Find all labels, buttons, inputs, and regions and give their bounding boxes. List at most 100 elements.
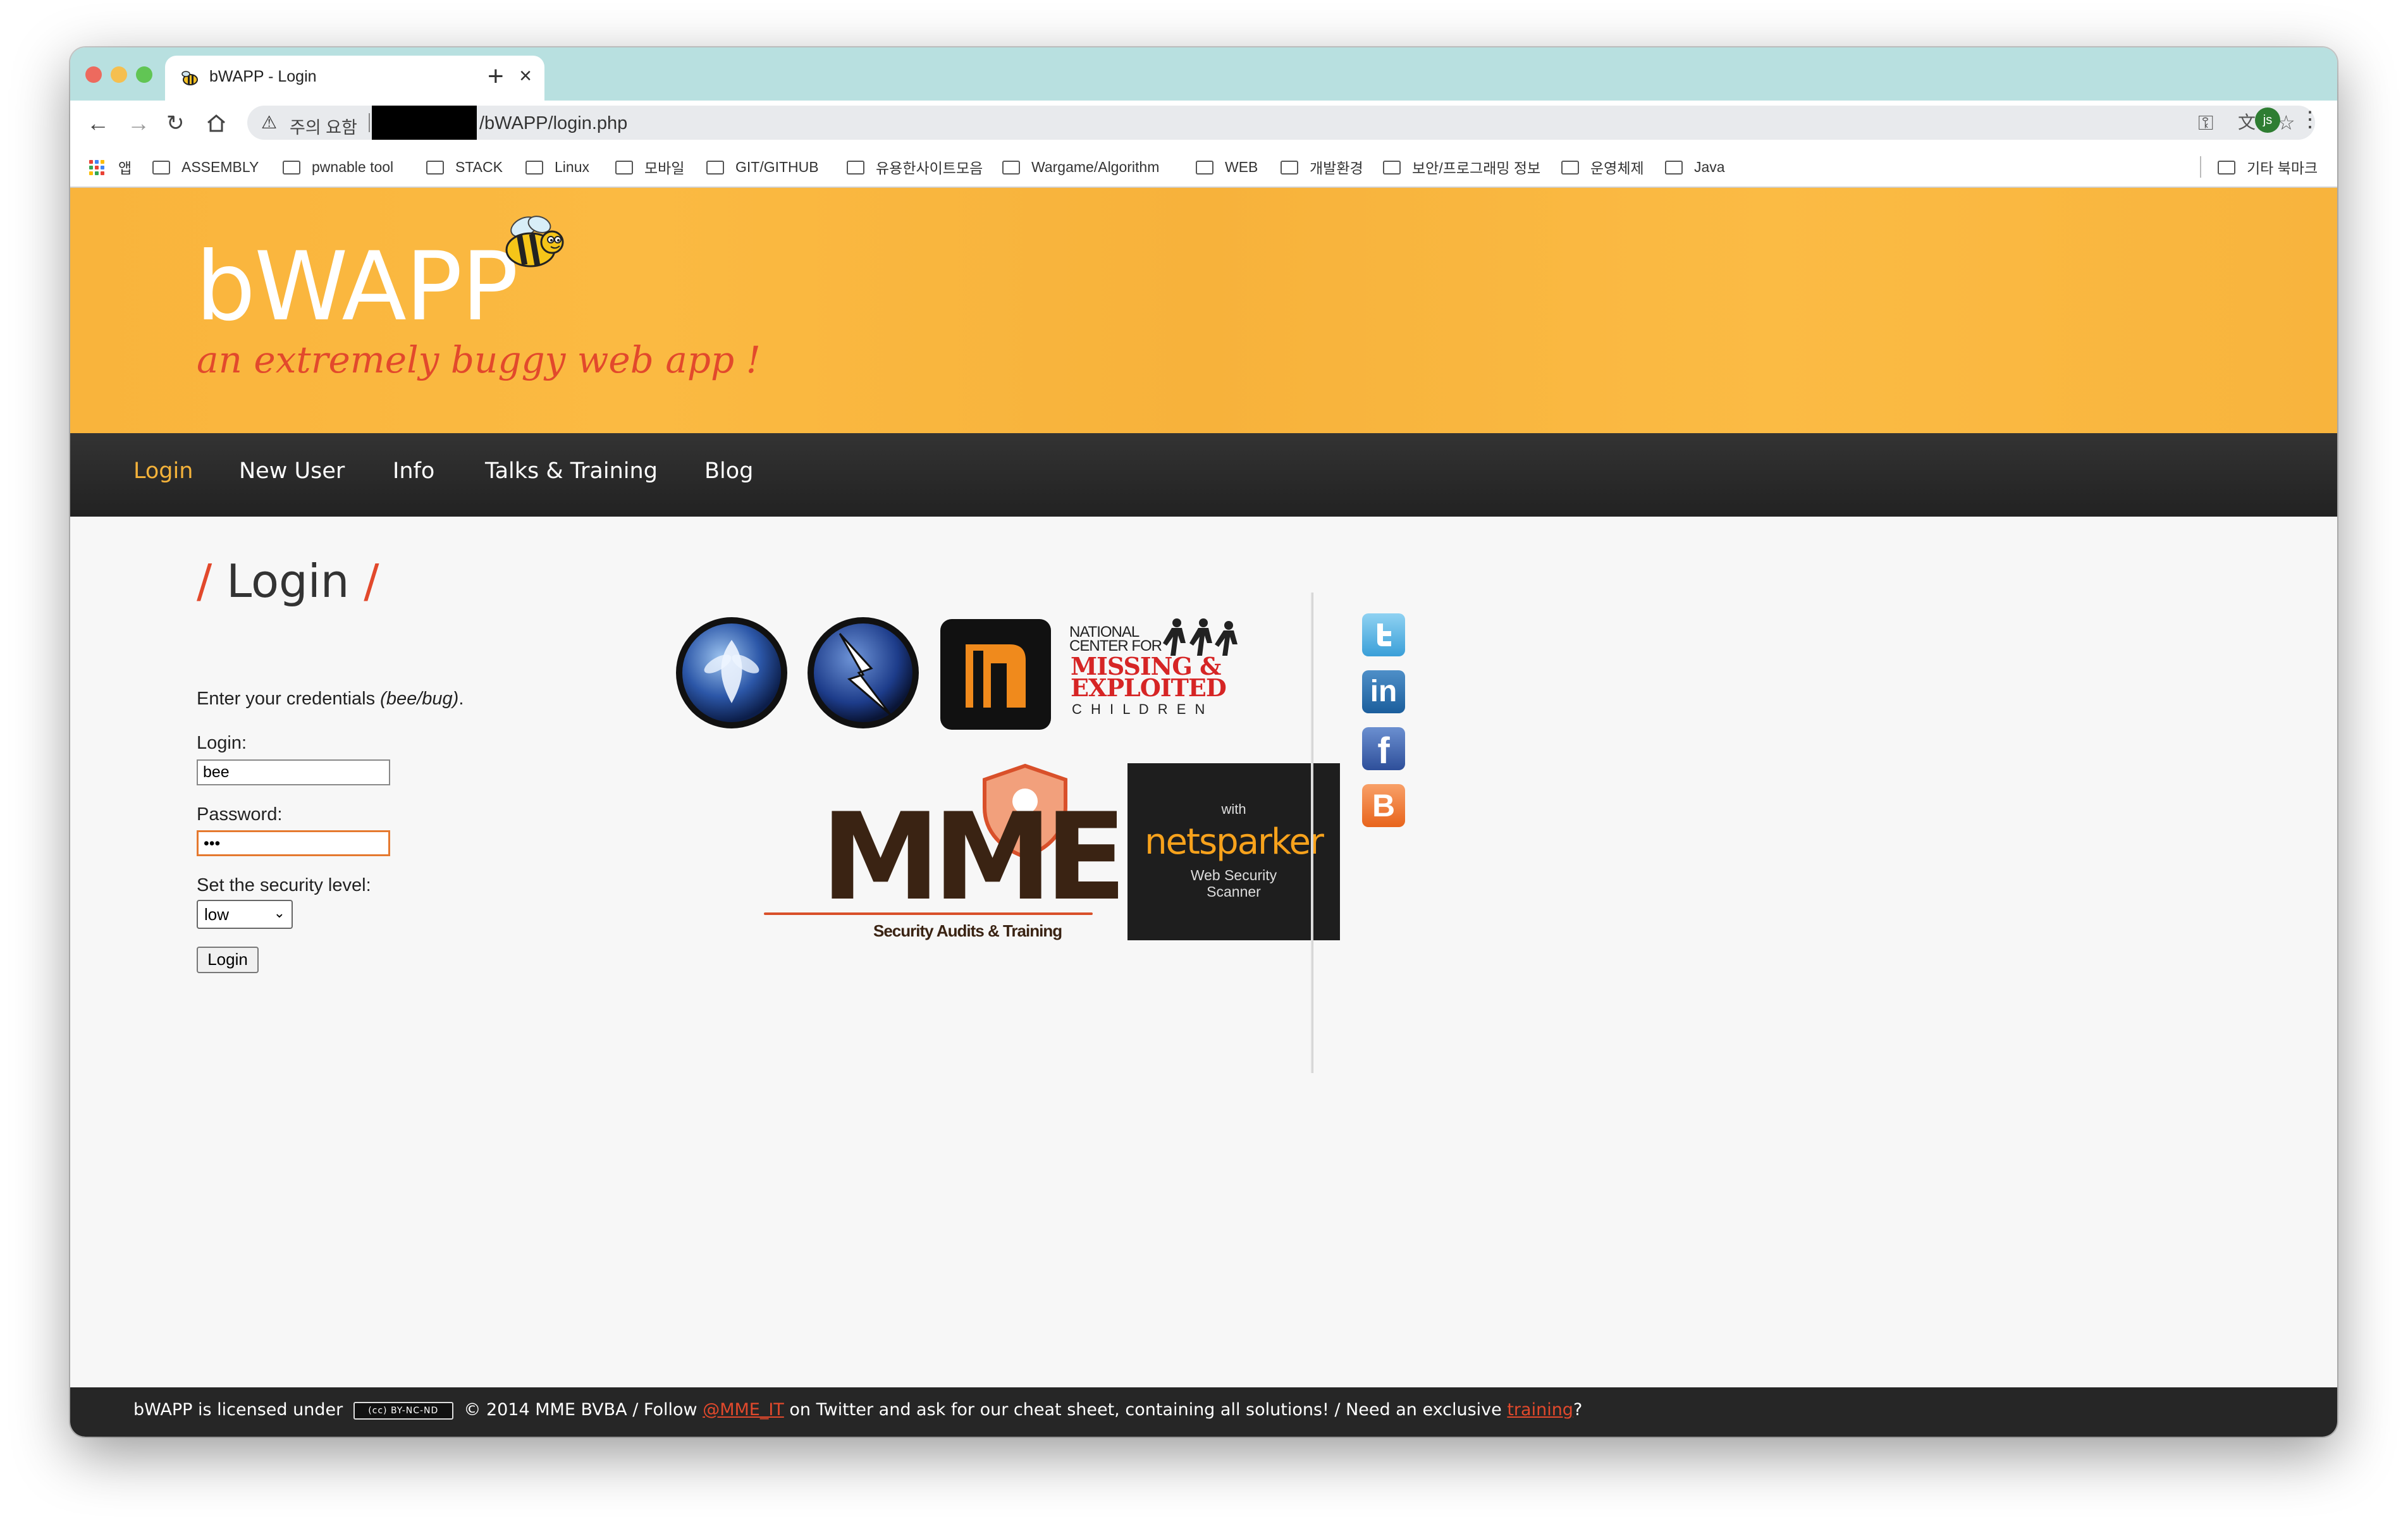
- facebook-icon[interactable]: f: [1362, 727, 1405, 771]
- folder-icon: [706, 161, 724, 175]
- folder-icon: [283, 161, 300, 175]
- twitter-handle-link[interactable]: @MME_IT: [703, 1400, 784, 1420]
- folder-icon: [847, 161, 864, 175]
- address-separator: [369, 113, 370, 132]
- folder-icon: [1665, 161, 1683, 175]
- credentials-hint: (bee/bug): [380, 689, 459, 709]
- folder-icon: [1196, 161, 1213, 175]
- running-children-icon: [1163, 618, 1238, 656]
- folder-icon: [615, 161, 633, 175]
- title-slash-right: /: [349, 555, 379, 608]
- bookmark-folder[interactable]: Wargame/Algorithm: [1002, 146, 1159, 188]
- maximize-window-button[interactable]: [136, 66, 152, 83]
- folder-icon: [525, 161, 543, 175]
- footer: bWAPP is licensed under (cc) BY-NC-ND © …: [70, 1387, 2337, 1437]
- training-link[interactable]: training: [1507, 1400, 1573, 1420]
- bookmark-folder[interactable]: Linux: [525, 146, 589, 188]
- twitter-icon[interactable]: [1362, 613, 1405, 656]
- home-icon[interactable]: [206, 113, 227, 133]
- new-tab-button[interactable]: +: [488, 63, 504, 90]
- cc-license-badge[interactable]: (cc) BY-NC-ND: [353, 1401, 453, 1420]
- folder-icon: [1383, 161, 1401, 175]
- nav-new-user[interactable]: New User: [239, 458, 345, 484]
- security-level-select[interactable]: low ⌄: [197, 900, 293, 929]
- folder-icon: [1002, 161, 1020, 175]
- login-label: Login:: [197, 733, 247, 753]
- profile-avatar[interactable]: js: [2255, 107, 2280, 133]
- bookmark-folder[interactable]: 개발환경: [1281, 146, 1363, 188]
- reload-icon[interactable]: ↻: [166, 108, 185, 138]
- translate-icon[interactable]: 文: [2238, 111, 2256, 135]
- password-label: Password:: [197, 804, 283, 825]
- browser-toolbar: ← → ↻ ⚠ 주의 요함 /bWAPP/login.php ⚿ 文 ☆ js …: [70, 101, 2337, 146]
- bee-mascot-icon: [505, 216, 564, 267]
- tab-close-button[interactable]: ×: [519, 63, 532, 89]
- browser-window: bWAPP - Login × + ← → ↻ ⚠ 주의 요함 /bWAPP/l…: [70, 47, 2337, 1437]
- bookmark-folder[interactable]: ASSEMBLY: [152, 146, 259, 188]
- n-brand-logo-icon[interactable]: [940, 619, 1051, 730]
- security-warning-label[interactable]: 주의 요함: [290, 114, 357, 138]
- owasp-logo-icon[interactable]: [673, 615, 790, 731]
- forward-arrow-icon[interactable]: →: [127, 108, 150, 138]
- netsparker-banner[interactable]: with netsparker Web Security Scanner: [1127, 763, 1340, 940]
- minimize-window-button[interactable]: [111, 66, 127, 83]
- security-level-value: low: [204, 905, 230, 924]
- login-field[interactable]: bee: [197, 759, 390, 785]
- folder-icon: [1281, 161, 1298, 175]
- main-nav: Login New User Info Talks & Training Blo…: [70, 433, 2337, 517]
- bookmark-folder[interactable]: WEB: [1196, 146, 1258, 188]
- footer-text: bWAPP is licensed under (cc) BY-NC-ND © …: [133, 1400, 1583, 1420]
- nav-blog[interactable]: Blog: [704, 458, 753, 484]
- bookmark-folder[interactable]: 모바일: [615, 146, 684, 188]
- page-title: / Login /: [197, 555, 379, 608]
- content-divider: [1311, 593, 1313, 1073]
- security-level-label: Set the security level:: [197, 875, 371, 895]
- header-banner: bWAPP an extremely buggy web app !: [70, 188, 2337, 433]
- redacted-host: [372, 106, 477, 140]
- login-instructions: Enter your credentials (bee/bug).: [197, 689, 464, 709]
- nav-info[interactable]: Info: [393, 458, 434, 484]
- tab-strip: bWAPP - Login × +: [70, 47, 2337, 101]
- apps-grid-icon[interactable]: [89, 160, 104, 175]
- password-field[interactable]: •••: [197, 830, 390, 856]
- nav-login[interactable]: Login: [133, 458, 193, 484]
- bookmarks-divider: [2200, 156, 2201, 178]
- folder-icon: [152, 161, 170, 175]
- login-button[interactable]: Login: [197, 947, 259, 973]
- mme-underline: [764, 912, 1093, 915]
- bookmark-folder[interactable]: STACK: [426, 146, 503, 188]
- bookmark-folder[interactable]: 보안/프로그래밍 정보: [1383, 146, 1540, 188]
- folder-icon: [1561, 161, 1579, 175]
- bookmark-apps[interactable]: 앱: [118, 146, 132, 188]
- site-tagline: an extremely buggy web app !: [197, 338, 761, 381]
- site-logo[interactable]: bWAPP: [195, 232, 519, 342]
- zap-lightning-logo-icon[interactable]: [805, 615, 921, 731]
- bee-favicon-icon: [181, 71, 198, 85]
- warning-triangle-icon: ⚠: [261, 113, 278, 132]
- mme-wordmark: MME: [821, 787, 1127, 927]
- bookmark-folder[interactable]: pwnable tool: [283, 146, 393, 188]
- folder-icon: [2218, 161, 2235, 175]
- nc-missing-children-logo[interactable]: NATIONAL CENTER FOR MISSING & EXPLOITED …: [1069, 618, 1272, 732]
- mme-logo[interactable]: MME Security Audits & Training: [763, 763, 1127, 947]
- folder-icon: [426, 161, 444, 175]
- bookmark-folder[interactable]: 운영체제: [1561, 146, 1644, 188]
- url-path[interactable]: /bWAPP/login.php: [479, 113, 627, 134]
- bookmark-folder[interactable]: Java: [1665, 146, 1725, 188]
- blogger-icon[interactable]: B: [1362, 784, 1405, 827]
- address-bar[interactable]: ⚠ 주의 요함 /bWAPP/login.php ⚿ 文 ☆: [247, 106, 2315, 140]
- mme-subtitle: Security Audits & Training: [873, 921, 1062, 940]
- bookmark-other-folder[interactable]: 기타 북마크: [2218, 146, 2318, 188]
- key-icon[interactable]: ⚿: [2198, 111, 2213, 135]
- back-arrow-icon[interactable]: ←: [87, 108, 109, 138]
- netsparker-wordmark: netsparker: [1145, 821, 1324, 863]
- page-content: bWAPP an extremely buggy web app ! Login…: [70, 188, 2337, 1437]
- kebab-menu-icon[interactable]: ⋮: [2299, 107, 2321, 132]
- page-title-text: Login: [226, 555, 350, 608]
- bookmark-folder[interactable]: GIT/GITHUB: [706, 146, 819, 188]
- title-slash-left: /: [197, 555, 227, 608]
- nav-talks-training[interactable]: Talks & Training: [485, 458, 658, 484]
- bookmark-folder[interactable]: 유용한사이트모음: [847, 146, 983, 188]
- close-window-button[interactable]: [85, 66, 102, 83]
- linkedin-icon[interactable]: in: [1362, 670, 1405, 713]
